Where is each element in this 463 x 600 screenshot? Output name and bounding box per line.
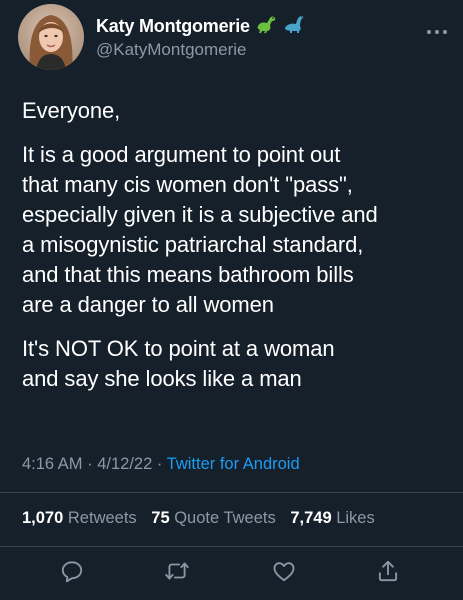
sauropod-emoji-icon <box>284 14 308 39</box>
retweets-label: Retweets <box>67 509 137 527</box>
tweet-paragraph: Everyone, <box>22 98 121 123</box>
tweet-paragraph: It is a good argument to point out that … <box>22 142 378 317</box>
divider <box>0 492 463 493</box>
meta-separator: · <box>82 455 98 473</box>
retweets-stat[interactable]: 1,070 Retweets <box>22 509 137 527</box>
display-name[interactable]: Katy Montgomerie <box>96 16 250 37</box>
tweet-meta: 4:16 AM · 4/12/22 · Twitter for Android <box>22 455 300 474</box>
reply-icon[interactable] <box>59 558 85 584</box>
likes-count: 7,749 <box>290 509 332 527</box>
name-row: Katy Montgomerie <box>96 14 308 39</box>
quotes-stat[interactable]: 75 Quote Tweets <box>151 509 275 527</box>
retweet-icon[interactable] <box>164 558 190 584</box>
tweet-source-link[interactable]: Twitter for Android <box>167 455 300 473</box>
quotes-count: 75 <box>151 509 170 527</box>
quotes-label: Quote Tweets <box>174 509 276 527</box>
tweet-time[interactable]: 4:16 AM <box>22 455 83 473</box>
tweet-header: Katy Montgomerie @KatyMontgomerie <box>18 2 448 72</box>
share-icon[interactable] <box>375 558 401 584</box>
retweets-count: 1,070 <box>22 509 64 527</box>
more-options-icon[interactable] <box>426 22 448 34</box>
meta-separator: · <box>152 455 167 473</box>
tweet-stats: 1,070 Retweets 75 Quote Tweets 7,749 Lik… <box>22 509 385 528</box>
likes-label: Likes <box>336 509 375 527</box>
tweet-date[interactable]: 4/12/22 <box>97 455 152 473</box>
avatar[interactable] <box>18 4 84 70</box>
dinosaur-emoji-icon <box>256 14 278 39</box>
user-handle[interactable]: @KatyMontgomerie <box>96 40 247 60</box>
likes-stat[interactable]: 7,749 Likes <box>290 509 374 527</box>
tweet-text: Everyone, It is a good argument to point… <box>22 96 447 394</box>
action-bar <box>0 552 463 592</box>
tweet-paragraph: It's NOT OK to point at a woman and say … <box>22 336 335 391</box>
divider <box>0 546 463 547</box>
like-icon[interactable] <box>271 558 297 584</box>
